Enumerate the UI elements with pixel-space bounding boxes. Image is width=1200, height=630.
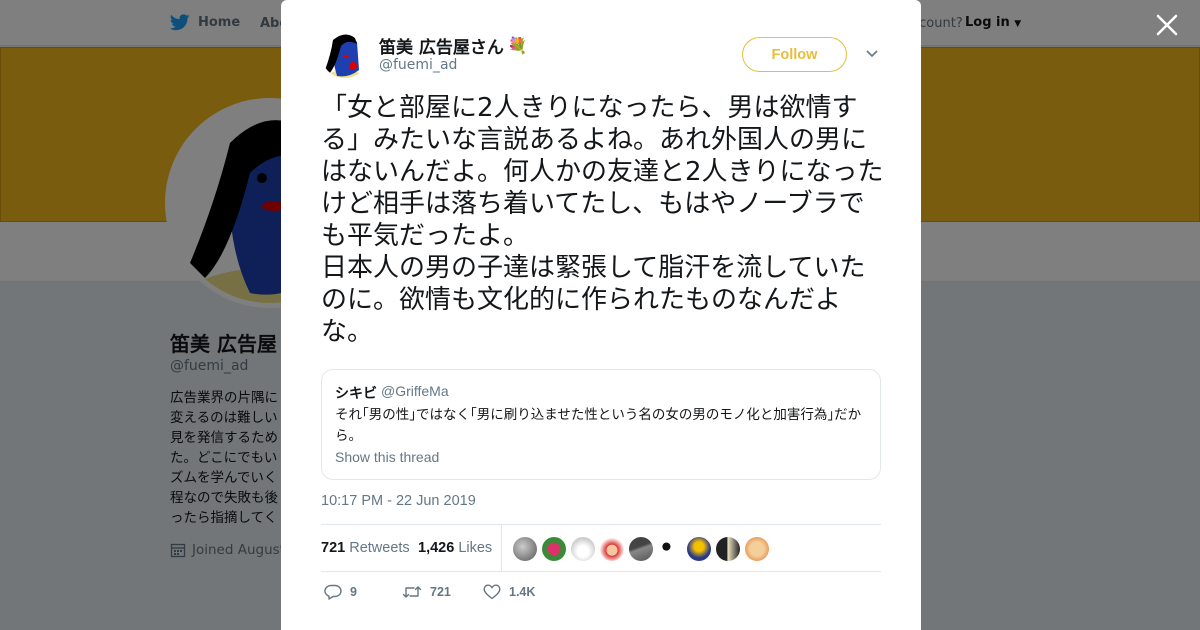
quoted-tweet-header: シキビ @GriffeMa [335, 383, 449, 403]
tweet-timestamp[interactable]: 10:17 PM - 22 Jun 2019 [321, 493, 476, 509]
stats-divider [501, 525, 502, 571]
tweet-stats: 721 Retweets 1,426 Likes [321, 524, 881, 572]
liker-avatar[interactable] [658, 537, 682, 561]
quoted-tweet[interactable]: シキビ @GriffeMa それ｢男の性｣ではなく｢男に刷り込ませた性という名の… [321, 369, 881, 480]
quoted-author-name: シキビ [335, 386, 377, 402]
liker-avatar[interactable] [600, 537, 624, 561]
liker-avatars [513, 537, 769, 561]
likes-label: Likes [458, 540, 493, 556]
liker-avatar[interactable] [687, 537, 711, 561]
liker-avatar[interactable] [571, 537, 595, 561]
liker-avatar[interactable] [513, 537, 537, 561]
liker-avatar[interactable] [745, 537, 769, 561]
author-avatar[interactable] [321, 30, 369, 78]
like-action-count: 1.4K [509, 585, 536, 599]
reply-button[interactable]: 9 [324, 584, 357, 600]
author-name-text: 笛美 広告屋さん [379, 38, 504, 58]
retweet-icon [402, 586, 422, 598]
author-name[interactable]: 笛美 広告屋さん 💐 [379, 33, 528, 58]
reply-icon [324, 584, 342, 600]
quoted-author-handle: @GriffeMa [381, 383, 449, 399]
likes-count: 1,426 [418, 540, 455, 556]
retweet-stat[interactable]: 721 Retweets [321, 540, 410, 556]
likes-stat[interactable]: 1,426 Likes [418, 540, 492, 556]
tweet-modal: 笛美 広告屋さん 💐 @fuemi_ad Follow 「女と部屋に2人きりにな… [281, 0, 921, 630]
show-thread-link[interactable]: Show this thread [335, 449, 439, 465]
chevron-down-icon[interactable] [865, 48, 879, 60]
author-avatar-illustration [321, 30, 369, 78]
heart-icon [483, 584, 501, 600]
retweet-action-count: 721 [430, 585, 451, 599]
liker-avatar[interactable] [629, 537, 653, 561]
reply-count: 9 [350, 585, 357, 599]
bouquet-emoji: 💐 [507, 36, 528, 55]
quoted-tweet-text: それ｢男の性｣ではなく｢男に刷り込ませた性という名の女の男のモノ化と加害行為｣だ… [335, 407, 862, 444]
tweet-actions: 9 721 1.4K [321, 582, 881, 604]
retweet-label: Retweets [349, 540, 410, 556]
liker-avatar[interactable] [716, 537, 740, 561]
follow-button[interactable]: Follow [742, 37, 847, 72]
retweet-count: 721 [321, 540, 346, 556]
retweet-button[interactable]: 721 [402, 584, 451, 600]
close-icon[interactable] [1154, 12, 1180, 38]
tweet-text: 「女と部屋に2人きりになったら、男は欲情する」みたいな言説あるよね。あれ外国人の… [321, 93, 884, 347]
liker-avatar[interactable] [542, 537, 566, 561]
author-handle[interactable]: @fuemi_ad [379, 57, 457, 73]
like-button[interactable]: 1.4K [483, 584, 535, 600]
